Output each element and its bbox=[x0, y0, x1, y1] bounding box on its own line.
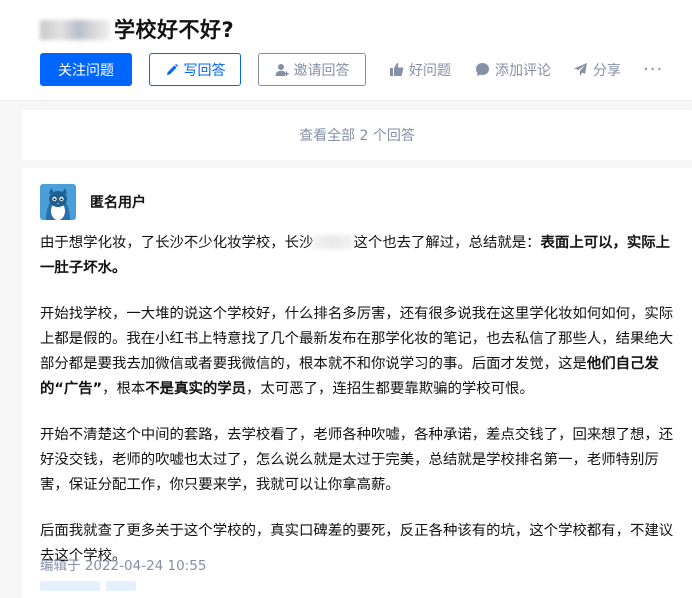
answer-content: 由于想学化妆，了长沙不少化妆学校，长沙 这个也去了解过，总结就是：表面上可以，实际… bbox=[40, 231, 676, 590]
answer-paragraph-3: 开始不清楚这个中间的套路，去学校看了，老师各种吹嘘，各种承诺，差点交钱了，回来想… bbox=[40, 427, 674, 493]
answer-action-bar-stub bbox=[40, 581, 142, 591]
pen-icon bbox=[165, 63, 179, 77]
anonymous-avatar-icon[interactable] bbox=[40, 184, 76, 220]
thumb-up-icon bbox=[389, 62, 404, 77]
invite-user-icon bbox=[275, 63, 289, 77]
question-actions: 关注问题 写回答 邀请回答 好问题 添加评论 分享 ··· bbox=[40, 53, 663, 86]
answer-card: 匿名用户 由于想学化妆，了长沙不少化妆学校，长沙 这个也去了解过，总结就是：表面上… bbox=[22, 168, 692, 598]
question-header: 学校好不好? 关注问题 写回答 邀请回答 好问题 添加评论 分享 ··· bbox=[0, 0, 692, 101]
redacted-text bbox=[313, 235, 354, 249]
answer-paragraph-1: 由于想学化妆，了长沙不少化妆学校，长沙 这个也去了解过，总结就是：表面上可以，实际… bbox=[40, 235, 671, 276]
comment-bubble-icon bbox=[475, 62, 490, 77]
redacted-school-name bbox=[40, 20, 110, 40]
invite-answer-button[interactable]: 邀请回答 bbox=[258, 53, 366, 86]
write-answer-button[interactable]: 写回答 bbox=[149, 53, 241, 86]
vote-button-stub[interactable] bbox=[40, 581, 100, 591]
question-title[interactable]: 学校好不好? bbox=[40, 14, 234, 44]
answer-author: 匿名用户 bbox=[40, 184, 146, 220]
share-action[interactable]: 分享 bbox=[573, 60, 621, 80]
good-question-action[interactable]: 好问题 bbox=[389, 60, 451, 80]
answer-paragraph-2: 开始找学校，一大堆的说这个学校好，什么排名多厉害，还有很多说我在这里学化妆如何如… bbox=[40, 306, 674, 397]
edit-timestamp[interactable]: 编辑于 2022-04-24 10:55 bbox=[40, 554, 206, 574]
more-options-button[interactable]: ··· bbox=[643, 59, 663, 80]
share-arrow-icon bbox=[573, 62, 588, 77]
author-name[interactable]: 匿名用户 bbox=[90, 192, 146, 212]
vote-down-button-stub[interactable] bbox=[106, 581, 136, 591]
add-comment-action[interactable]: 添加评论 bbox=[475, 60, 551, 80]
view-all-answers-button[interactable]: 查看全部 2 个回答 bbox=[22, 110, 692, 160]
follow-question-button[interactable]: 关注问题 bbox=[40, 53, 132, 86]
